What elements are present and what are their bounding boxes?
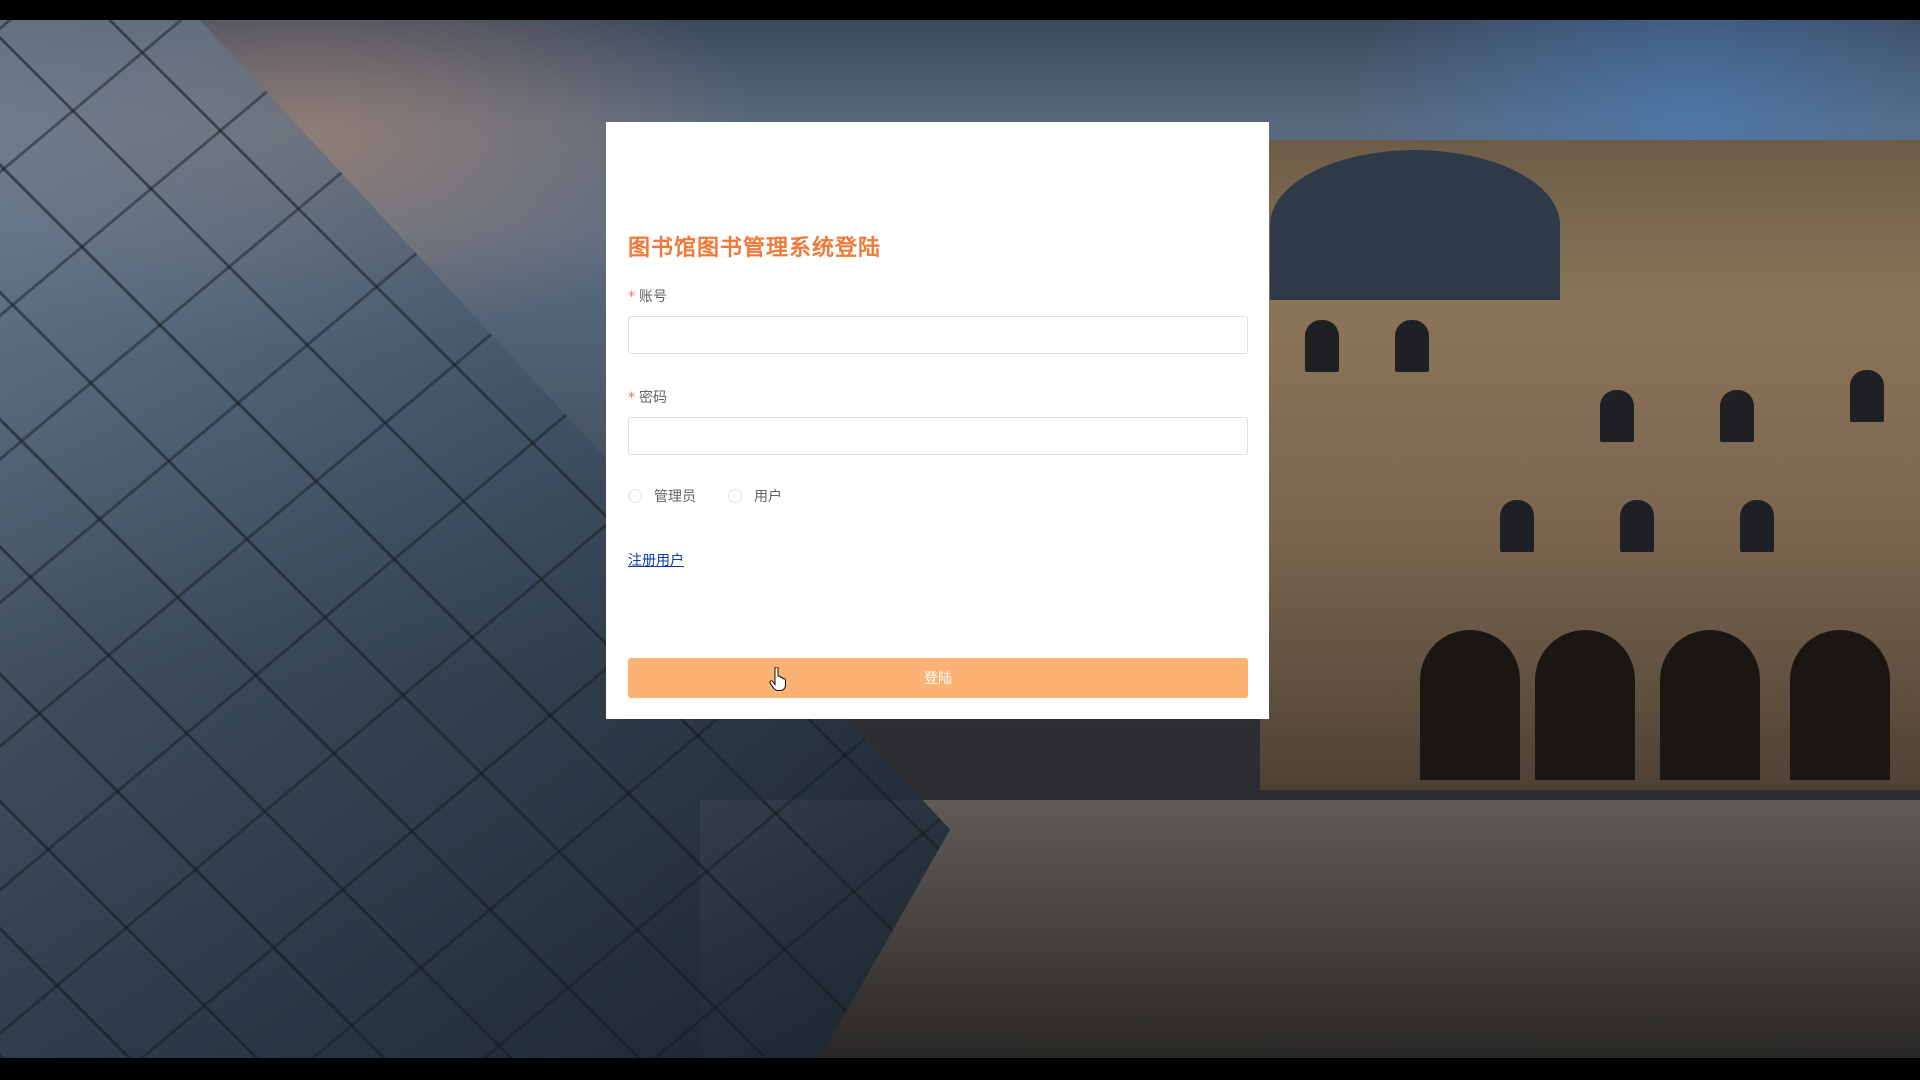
password-label-text: 密码 [639,390,667,406]
palace-window [1720,390,1754,442]
radio-circle-icon[interactable] [628,489,642,503]
account-label-text: 账号 [639,289,667,305]
login-button[interactable]: 登陆 [628,658,1248,698]
palace-roof [1270,150,1560,300]
hand-pointer-icon [769,667,786,691]
palace-window [1305,320,1339,372]
register-link[interactable]: 注册用户 [628,550,684,570]
role-radio-admin[interactable]: 管理员 [628,486,696,506]
password-input[interactable] [628,417,1248,455]
role-radio-user[interactable]: 用户 [728,486,782,506]
palace-arch [1420,630,1520,780]
palace-window [1850,370,1884,422]
role-radio-user-label: 用户 [754,489,782,505]
role-radio-admin-label: 管理员 [654,489,696,505]
palace-window [1600,390,1634,442]
required-mark: * [628,289,635,305]
account-input[interactable] [628,316,1248,354]
account-label: * 账号 [628,286,667,306]
palace-arch [1660,630,1760,780]
palace-window [1395,320,1429,372]
palace-window [1500,500,1534,552]
radio-circle-icon[interactable] [728,489,742,503]
palace-window [1740,500,1774,552]
role-radio-group: 管理员 用户 [628,486,814,506]
palace-window [1620,500,1654,552]
palace-arch [1790,630,1890,780]
required-mark: * [628,390,635,406]
palace-arch [1535,630,1635,780]
password-label: * 密码 [628,387,667,407]
login-card: 图书馆图书管理系统登陆 * 账号 * 密码 管理员 用户 注册用户 登陆 [606,122,1269,719]
page-title: 图书馆图书管理系统登陆 [628,236,882,261]
